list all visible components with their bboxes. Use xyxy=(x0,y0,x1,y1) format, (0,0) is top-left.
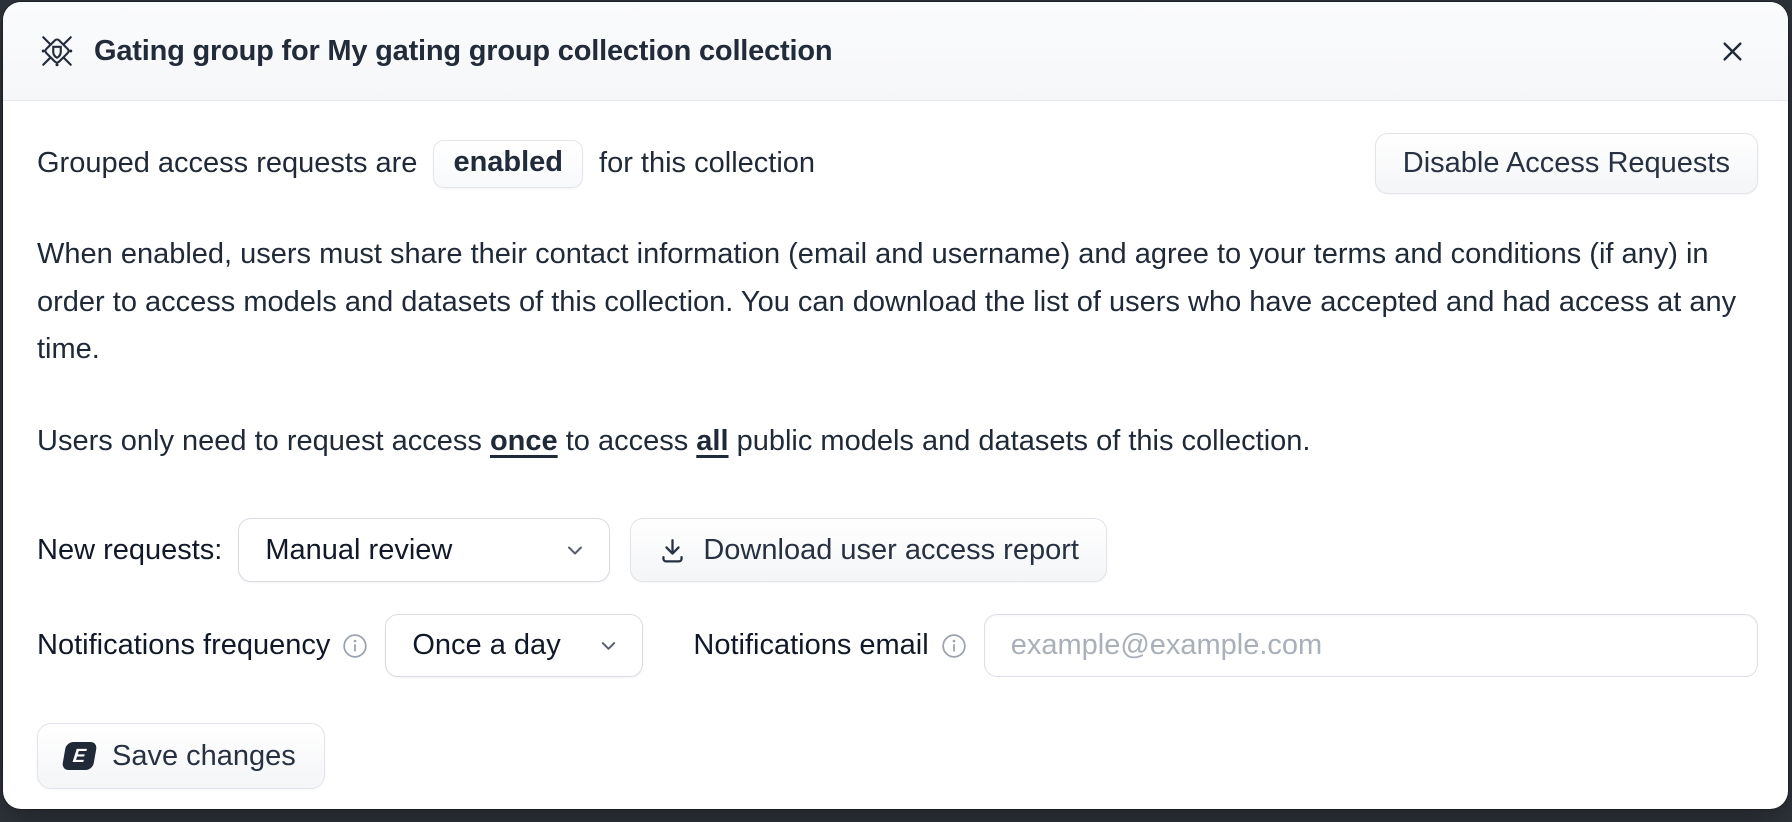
note-bold-once: once xyxy=(490,425,558,457)
new-requests-row: New requests: Manual review Dow xyxy=(37,518,1758,582)
access-note: Users only need to request access once t… xyxy=(37,418,1758,464)
footer-row: E Save changes xyxy=(37,723,1758,789)
note-part-2: to access xyxy=(558,425,697,457)
new-requests-selected-value: Manual review xyxy=(265,534,452,567)
new-requests-label: New requests: xyxy=(37,534,222,567)
chevron-down-icon xyxy=(563,538,587,562)
status-text-before: Grouped access requests are xyxy=(37,147,417,180)
close-icon xyxy=(1719,38,1746,65)
notifications-frequency-select[interactable]: Once a day xyxy=(385,614,643,677)
gated-shield-icon xyxy=(37,31,77,71)
gating-group-modal: Gating group for My gating group collect… xyxy=(3,2,1788,809)
info-icon[interactable] xyxy=(342,633,368,659)
modal-body: Grouped access requests are enabled for … xyxy=(3,101,1788,809)
enabled-status-badge: enabled xyxy=(433,140,583,188)
notifications-row: Notifications frequency Once a day Notif… xyxy=(37,614,1758,677)
status-row: Grouped access requests are enabled for … xyxy=(37,133,1758,194)
new-requests-select[interactable]: Manual review xyxy=(238,518,610,582)
close-button[interactable] xyxy=(1711,30,1754,73)
disable-access-requests-button[interactable]: Disable Access Requests xyxy=(1375,133,1758,194)
note-part-1: Users only need to request access xyxy=(37,425,490,457)
download-icon xyxy=(658,536,687,565)
download-user-access-report-button[interactable]: Download user access report xyxy=(630,518,1107,582)
notifications-frequency-value: Once a day xyxy=(412,629,560,662)
chevron-down-icon xyxy=(597,634,620,657)
enterprise-badge-icon: E xyxy=(62,742,98,770)
notifications-email-label: Notifications email xyxy=(693,629,928,662)
save-button-label: Save changes xyxy=(112,740,296,773)
notifications-frequency-label: Notifications frequency xyxy=(37,629,330,662)
note-part-3: public models and datasets of this colle… xyxy=(729,425,1311,457)
status-text-after: for this collection xyxy=(599,147,815,180)
modal-header: Gating group for My gating group collect… xyxy=(3,2,1788,101)
save-changes-button[interactable]: E Save changes xyxy=(37,723,325,789)
description-paragraph: When enabled, users must share their con… xyxy=(37,231,1758,374)
info-icon[interactable] xyxy=(941,633,967,659)
notifications-email-input[interactable] xyxy=(984,614,1758,677)
note-bold-all: all xyxy=(696,425,728,457)
modal-title: Gating group for My gating group collect… xyxy=(94,35,832,68)
download-button-label: Download user access report xyxy=(703,534,1079,567)
